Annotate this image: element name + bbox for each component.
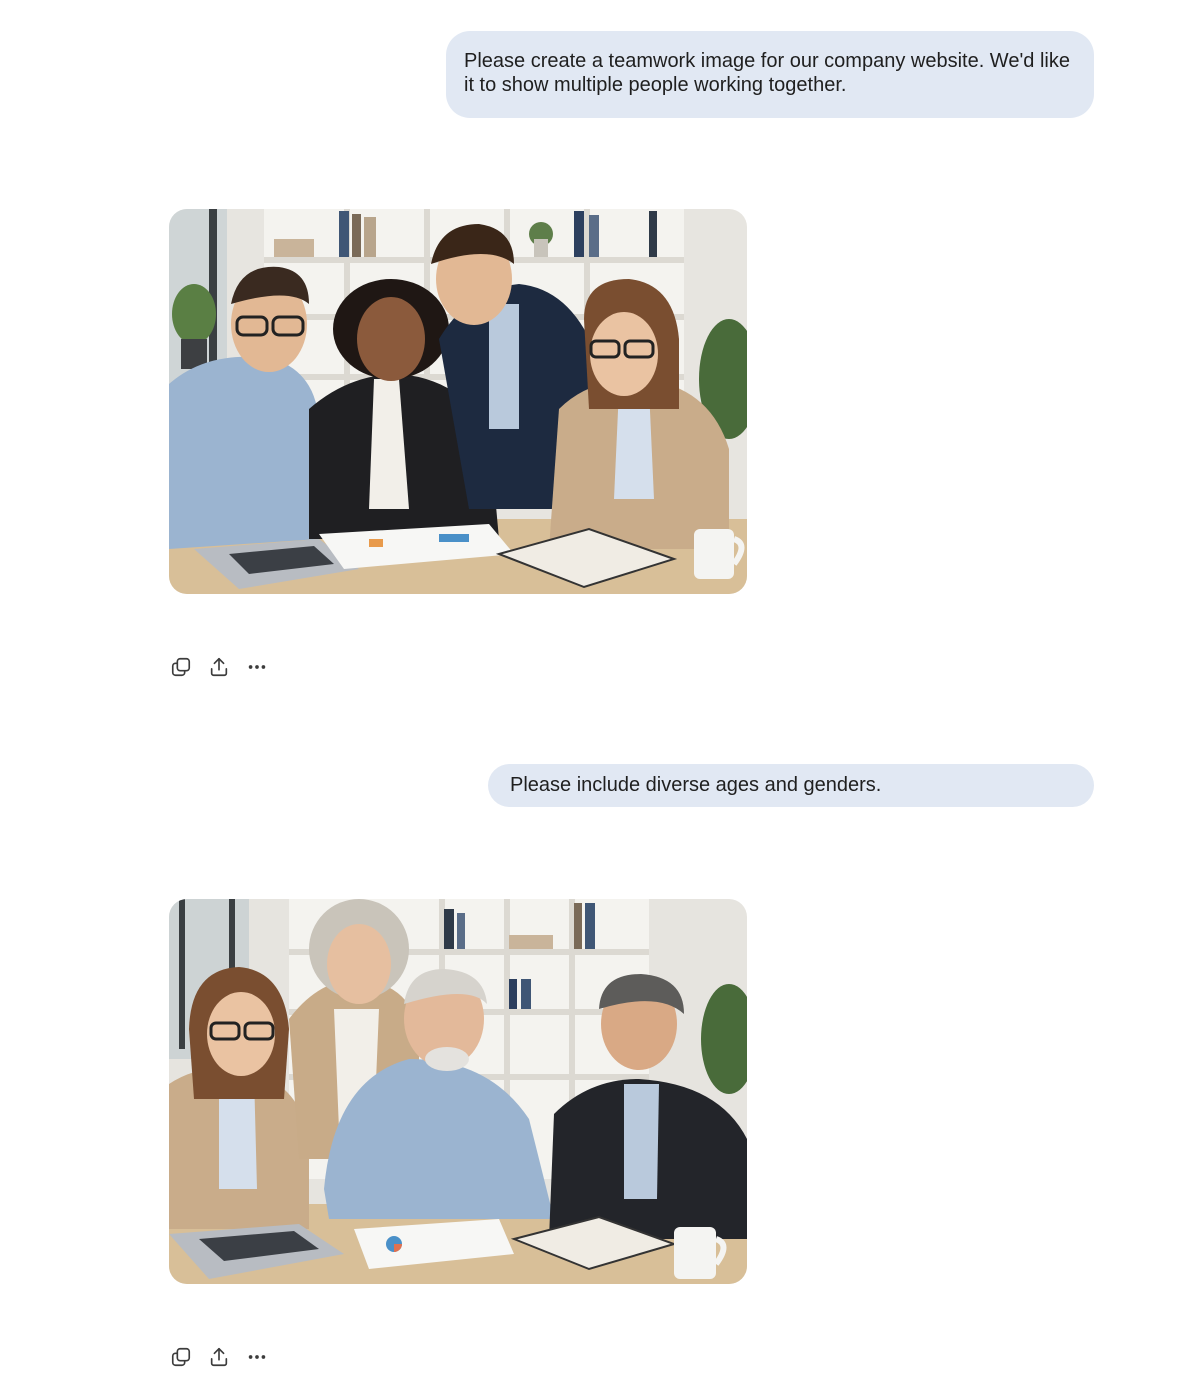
copy-icon[interactable] [168,1344,194,1370]
generated-image-diverse-team[interactable] [169,899,747,1284]
copy-icon[interactable] [168,654,194,680]
user-message-text: Please include diverse ages and genders. [510,774,882,796]
share-icon[interactable] [206,654,232,680]
message-actions [168,654,282,680]
user-message-bubble: Please create a teamwork image for our c… [446,31,1094,118]
generated-image-teamwork[interactable] [169,209,747,594]
user-message-text: Please create a teamwork image for our c… [464,50,1070,96]
message-actions [168,1344,282,1370]
more-icon[interactable] [244,654,270,680]
user-message-bubble: Please include diverse ages and genders. [488,764,1094,807]
more-icon[interactable] [244,1344,270,1370]
share-icon[interactable] [206,1344,232,1370]
